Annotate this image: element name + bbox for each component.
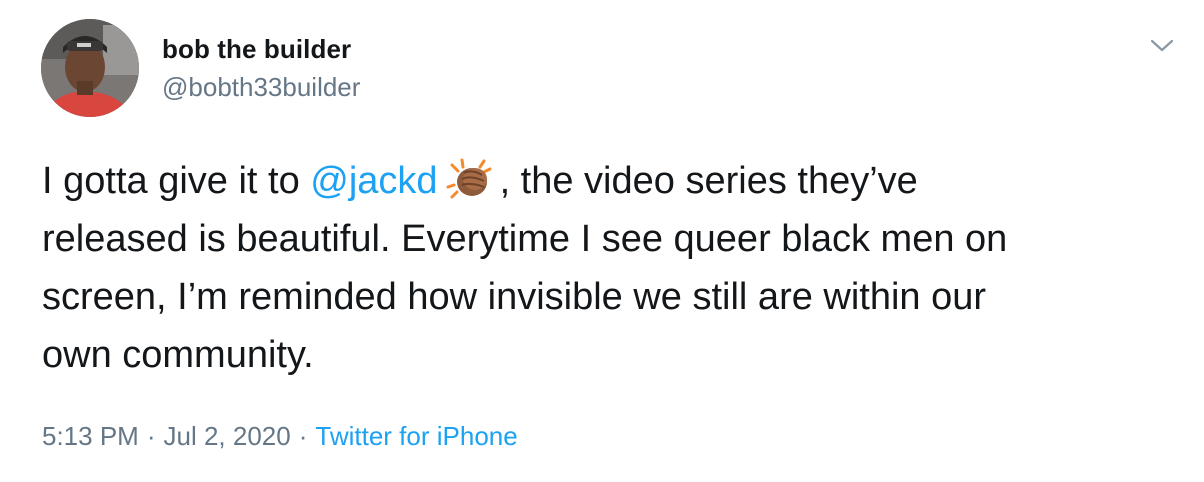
tweet-time[interactable]: 5:13 PM [42, 421, 139, 451]
mention-link[interactable]: @jackd [310, 160, 437, 202]
tweet-text: I gotta give it to @jackd , the video se… [42, 152, 1182, 384]
tweet-text-line: I gotta give it to @jackd , the video se… [42, 152, 1182, 210]
tweet-text-segment: , the video series they’ve [499, 160, 918, 202]
tweet-text-line: screen, I’m reminded how invisible we st… [42, 276, 987, 318]
tweet-text-line: released is beautiful. Everytime I see q… [42, 218, 1008, 260]
chevron-down-icon[interactable] [1150, 36, 1174, 56]
tweet-meta: 5:13 PM · Jul 2, 2020 · Twitter for iPhone [42, 421, 518, 452]
clapping-hands-icon [444, 157, 496, 201]
meta-separator: · [146, 421, 156, 451]
tweet-source-link[interactable]: Twitter for iPhone [315, 421, 517, 451]
tweet-date[interactable]: Jul 2, 2020 [164, 421, 291, 451]
user-handle[interactable]: @bobth33builder [162, 72, 360, 103]
tweet-card: bob the builder @bobth33builder I gotta … [0, 0, 1204, 482]
tweet-text-segment: I gotta give it to [42, 160, 311, 202]
user-name[interactable]: bob the builder [162, 34, 351, 65]
meta-separator: · [298, 421, 308, 451]
tweet-text-line: own community. [42, 334, 314, 376]
avatar[interactable] [41, 19, 139, 117]
avatar-image [41, 19, 139, 117]
